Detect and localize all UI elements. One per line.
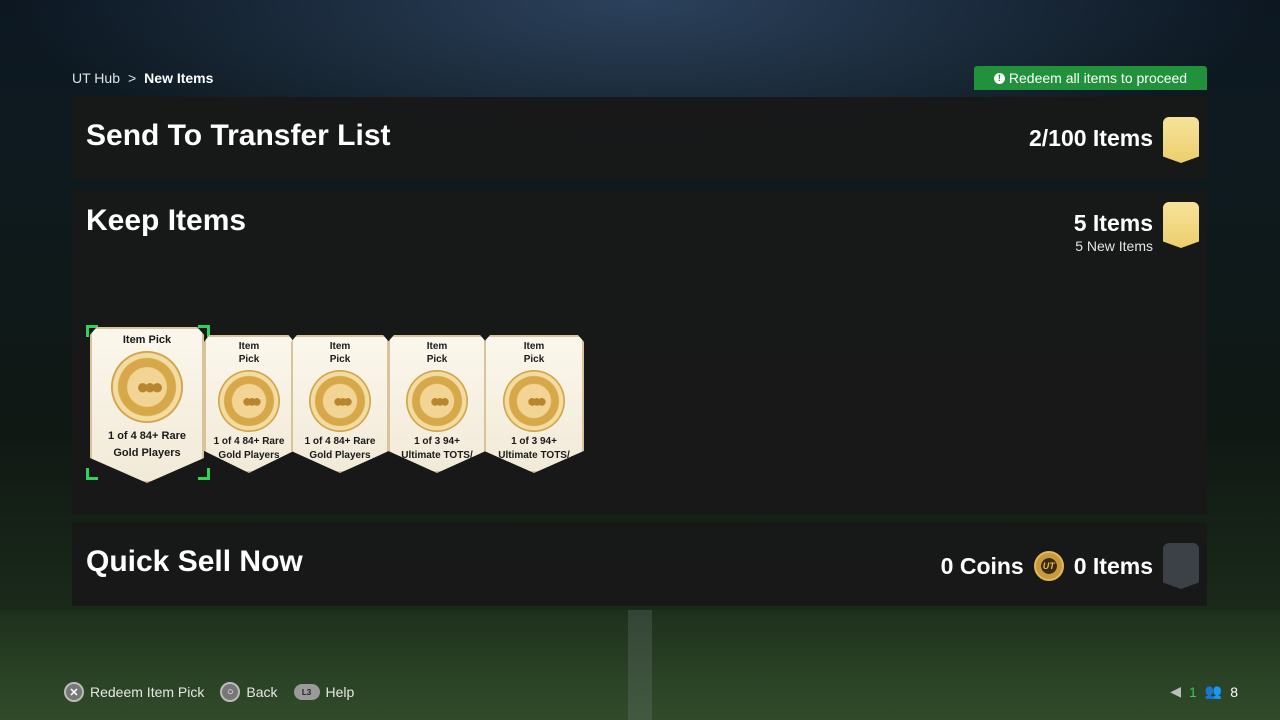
transfer-list-panel[interactable]: Send To Transfer List 2/100 Items (72, 97, 1207, 180)
card-type-label: Item Pick (426, 341, 448, 365)
card-description: 1 of 3 94+ Ultimate TOTS/ (498, 436, 570, 461)
shield-icon (1163, 202, 1199, 248)
redeem-notice: ! Redeem all items to proceed (974, 66, 1207, 90)
back-hint-label: Back (246, 684, 278, 700)
item-pick-card[interactable]: Item Pick ●●● 1 of 3 94+ Ultimate TOTS/ (484, 335, 584, 473)
players-emblem-icon: ●●● (218, 370, 280, 432)
item-pick-card[interactable]: Item Pick ●●● 1 of 3 94+ Ultimate TOTS/ (388, 335, 486, 473)
keep-items-title: Keep Items (86, 204, 247, 237)
item-cards: Item Pick ●●● 1 of 4 84+ Rare Gold Player… (86, 323, 606, 483)
status-count-b: 8 (1230, 683, 1238, 700)
quick-sell-summary: 0 Coins UT 0 Items (941, 551, 1153, 581)
redeem-hint-label: Redeem Item Pick (90, 684, 205, 700)
item-pick-card[interactable]: Item Pick ●●● 1 of 4 84+ Rare Gold Player… (90, 327, 204, 483)
pitch-line (628, 610, 652, 720)
card-description: 1 of 3 94+ Ultimate TOTS/ (401, 436, 473, 461)
help-hint-label: Help (325, 684, 355, 700)
card-description: 1 of 4 84+ Rare Gold Players (108, 430, 186, 459)
players-emblem-icon: ●●● (309, 370, 371, 432)
keep-items-new-count: 5 New Items (1075, 238, 1153, 254)
quick-sell-panel[interactable]: Quick Sell Now 0 Coins UT 0 Items (72, 523, 1207, 606)
cross-button-icon: ✕ (64, 682, 84, 702)
status-count-a: 1 (1188, 683, 1197, 700)
quick-sell-title: Quick Sell Now (86, 545, 303, 578)
card-type-label: Item Pick (238, 341, 260, 365)
status-indicators: ◀ 1 👥 8 (1170, 683, 1238, 700)
back-hint[interactable]: ○ Back (220, 682, 278, 702)
help-hint[interactable]: L3 Help (293, 684, 355, 700)
breadcrumb-root[interactable]: UT Hub (72, 70, 120, 86)
shield-icon (1163, 117, 1199, 163)
chevron-right-icon: > (127, 70, 137, 86)
keep-items-count: 5 Items (1073, 210, 1153, 236)
transfer-list-title: Send To Transfer List (86, 119, 391, 152)
breadcrumb-current: New Items (144, 70, 214, 86)
redeem-notice-text: Redeem all items to proceed (1008, 70, 1188, 86)
quick-sell-items: 0 Items (1073, 552, 1153, 579)
players-emblem-icon: ●●● (111, 351, 183, 423)
quick-sell-coins: 0 Coins (940, 552, 1024, 579)
breadcrumb: UT Hub > New Items (72, 70, 213, 86)
controller-hints: ✕ Redeem Item Pick ○ Back L3 Help (64, 682, 354, 702)
selection-corner (198, 468, 210, 480)
friends-icon: 👥 (1204, 683, 1223, 699)
coin-icon: UT (1033, 551, 1064, 581)
transfer-list-count: 2/100 Items (1028, 125, 1153, 151)
selection-corner (86, 468, 98, 480)
card-type-label: Item Pick (523, 341, 545, 365)
info-icon: ! (993, 72, 1005, 84)
card-description: 1 of 4 84+ Rare Gold Players (213, 436, 285, 461)
players-emblem-icon: ●●● (503, 370, 565, 432)
card-description: 1 of 4 84+ Rare Gold Players (304, 436, 376, 461)
players-emblem-icon: ●●● (406, 370, 468, 432)
speaker-icon: ◀ (1170, 683, 1181, 699)
item-pick-card[interactable]: Item Pick ●●● 1 of 4 84+ Rare Gold Player… (291, 335, 389, 473)
keep-items-count-group: 5 Items 5 New Items (1074, 210, 1153, 254)
item-pick-card[interactable]: Item Pick ●●● 1 of 4 84+ Rare Gold Player… (204, 335, 294, 473)
circle-button-icon: ○ (220, 682, 241, 702)
redeem-item-pick-hint[interactable]: ✕ Redeem Item Pick (64, 682, 204, 702)
keep-items-panel[interactable]: Keep Items 5 Items 5 New Items Item Pick… (72, 190, 1207, 514)
l3-button-icon: L3 (293, 684, 320, 700)
card-type-label: Item Pick (329, 341, 351, 365)
card-type-label: Item Pick (122, 334, 172, 346)
shield-icon (1163, 543, 1199, 589)
